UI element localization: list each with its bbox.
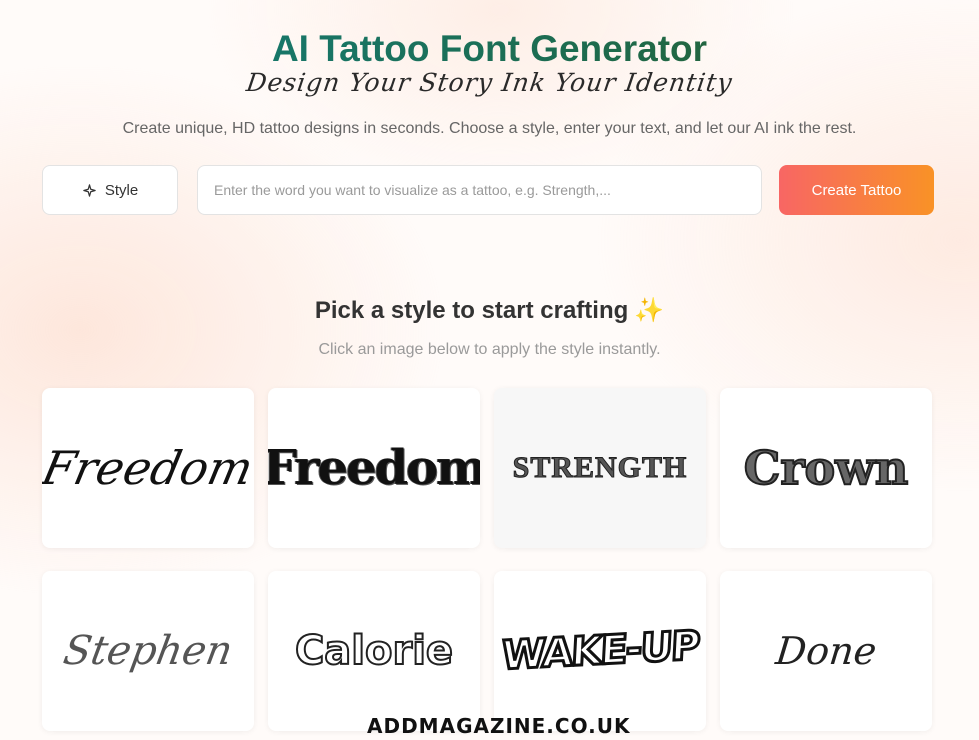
style-preview-text: Stephen (59, 628, 237, 674)
style-preview-text: Calorie (294, 627, 454, 675)
page-title: AI Tattoo Font Generator (0, 27, 979, 71)
style-card-script-freedom[interactable]: Freedom (42, 388, 254, 548)
style-card-graffiti-wake-up[interactable]: WAKE-UP (494, 571, 706, 731)
style-preview-text: STRENGTH (512, 451, 688, 485)
style-preview-text: Freedom (268, 440, 480, 496)
style-button[interactable]: Style (42, 165, 178, 215)
create-tattoo-button[interactable]: Create Tattoo (779, 165, 934, 215)
sparkles-icon: ✨ (634, 297, 665, 324)
style-card-gothic-crown[interactable]: Crown (720, 388, 932, 548)
section-title: Pick a style to start crafting ✨ (0, 296, 979, 325)
style-preview-text: WAKE-UP (499, 621, 701, 680)
style-card-handwritten-done[interactable]: Done (720, 571, 932, 731)
style-preview-text: Freedom (42, 441, 254, 495)
style-card-roman-strength[interactable]: STRENGTH (494, 388, 706, 548)
tagline: Design Your Story Ink Your Identity (244, 68, 735, 97)
style-card-blackletter-freedom[interactable]: Freedom (268, 388, 480, 548)
watermark: ADDMAGAZINE.CO.UK (367, 714, 631, 738)
style-preview-text: Crown (743, 440, 910, 496)
style-card-drip-calorie[interactable]: Calorie (268, 571, 480, 731)
tattoo-text-input[interactable] (197, 165, 762, 215)
description: Create unique, HD tattoo designs in seco… (122, 120, 857, 137)
style-preview-text: Done (773, 629, 879, 673)
style-button-label: Style (104, 181, 139, 199)
style-card-thin-script-stephen[interactable]: Stephen (42, 571, 254, 731)
sparkle-outline-icon (83, 183, 96, 197)
section-title-text: Pick a style to start crafting (314, 297, 629, 324)
section-subtitle: Click an image below to apply the style … (318, 341, 661, 358)
